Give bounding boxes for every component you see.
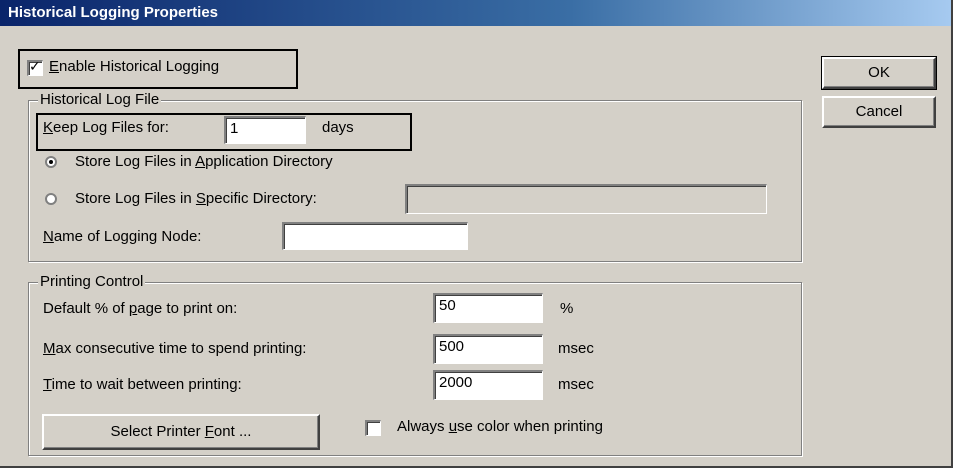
keep-days-input[interactable]: 1 [224, 116, 306, 144]
logging-node-input[interactable] [282, 222, 468, 250]
days-unit-label: days [322, 119, 354, 136]
checkbox-box[interactable]: ✓ [27, 58, 43, 76]
cancel-button[interactable]: Cancel [822, 96, 936, 128]
radio-button[interactable] [45, 193, 57, 205]
log-file-group-title: Historical Log File [38, 91, 162, 108]
store-app-dir-radio[interactable]: Store Log Files in Application Directory [45, 153, 425, 175]
always-color-label: Always use color when printing [397, 418, 603, 435]
specific-dir-input[interactable] [405, 184, 767, 214]
title-bar[interactable]: Historical Logging Properties [0, 0, 951, 26]
ok-button-label: OK [868, 64, 890, 81]
select-printer-font-button[interactable]: Select Printer Font ... [42, 414, 320, 450]
checkbox-box-unchecked[interactable] [365, 420, 381, 436]
wait-time-label: Time to wait between printing: [43, 376, 242, 393]
checkmark-icon: ✓ [29, 58, 41, 74]
window-title: Historical Logging Properties [8, 4, 219, 21]
radio-button-selected[interactable] [45, 156, 57, 168]
store-specific-dir-radio[interactable]: Store Log Files in Specific Directory: [45, 190, 405, 212]
store-app-dir-label: Store Log Files in Application Directory [75, 153, 333, 170]
logging-node-label: Name of Logging Node: [43, 228, 202, 245]
max-time-unit-label: msec [558, 340, 594, 357]
wait-time-unit-label: msec [558, 376, 594, 393]
select-printer-font-label: Select Printer Font ... [110, 423, 252, 440]
max-time-input[interactable]: 500 [433, 334, 543, 364]
dialog-window: Historical Logging Properties ✓ Enable H… [0, 0, 953, 468]
always-color-checkbox[interactable]: Always use color when printing [365, 418, 685, 440]
keep-log-label: Keep Log Files for: [43, 119, 169, 136]
default-pct-label: Default % of page to print on: [43, 300, 238, 317]
pct-unit-label: % [560, 300, 574, 317]
radio-dot-icon [49, 160, 53, 164]
ok-button[interactable]: OK [821, 56, 937, 90]
enable-logging-label: Enable Historical Logging [49, 58, 220, 75]
max-time-label: Max consecutive time to spend printing: [43, 340, 307, 357]
enable-logging-checkbox[interactable]: ✓ Enable Historical Logging [27, 58, 297, 80]
wait-time-input[interactable]: 2000 [433, 370, 543, 400]
printing-group-title: Printing Control [38, 273, 146, 290]
default-pct-input[interactable]: 50 [433, 293, 543, 323]
store-specific-dir-label: Store Log Files in Specific Directory: [75, 190, 317, 207]
cancel-button-label: Cancel [855, 103, 903, 120]
